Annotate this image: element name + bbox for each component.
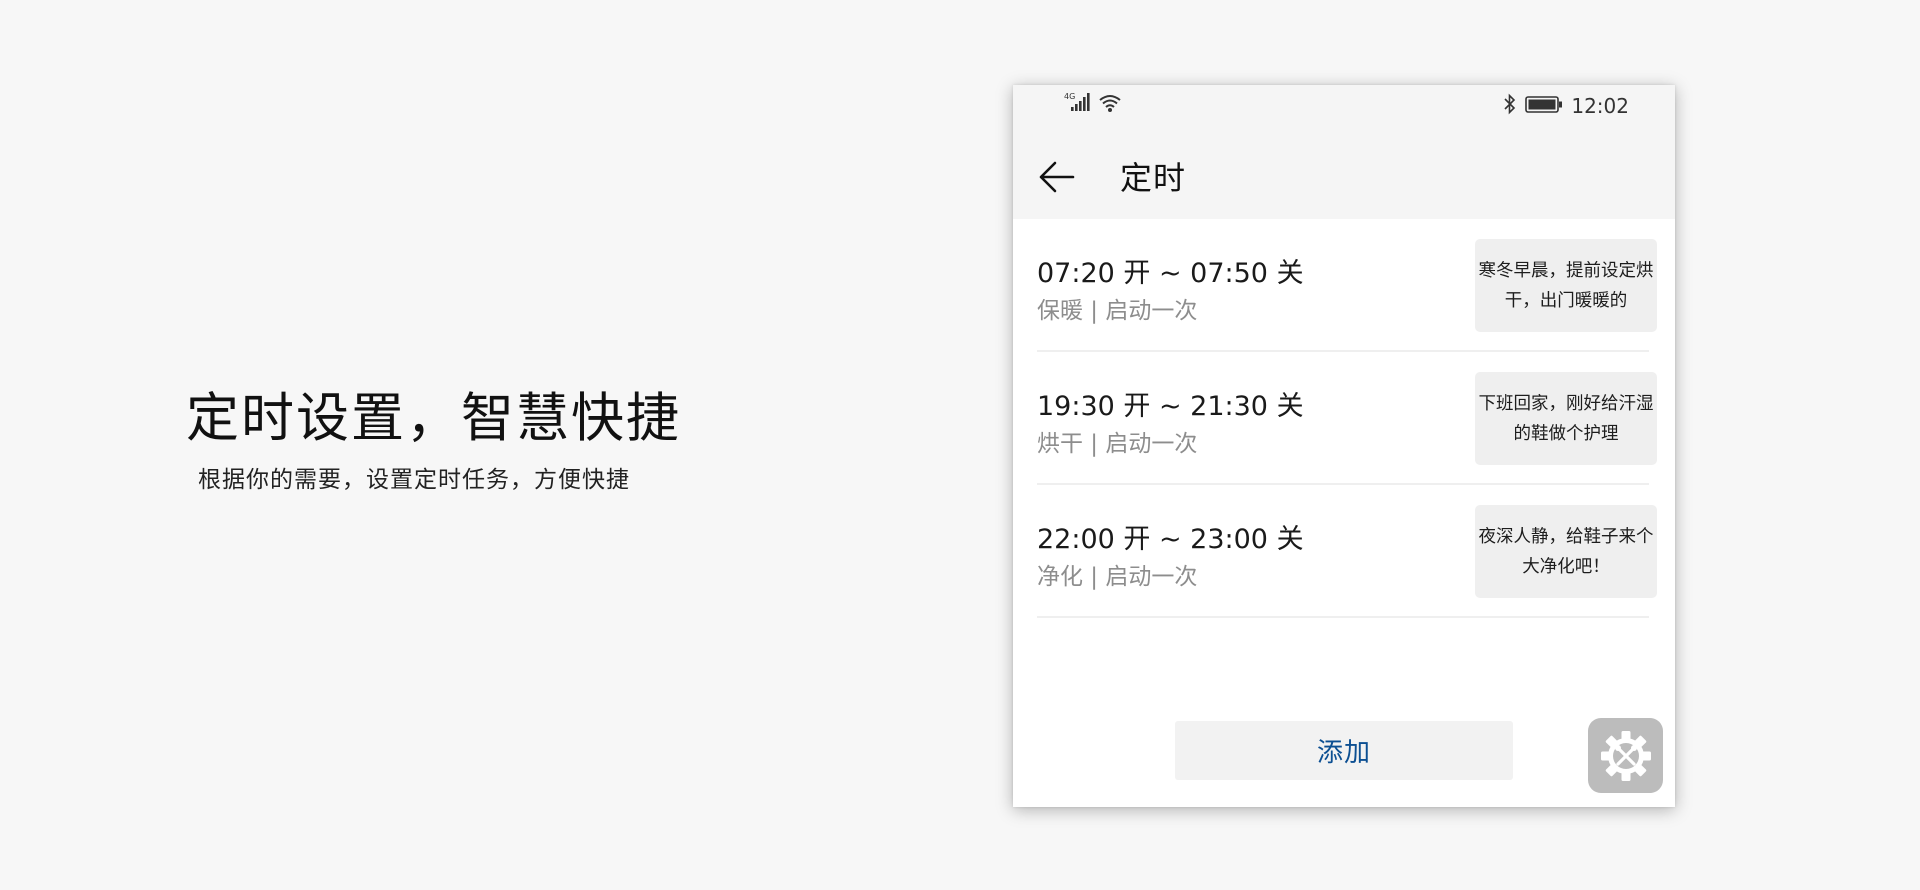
bluetooth-icon xyxy=(1503,93,1517,119)
battery-icon xyxy=(1525,94,1563,118)
schedule-note: 夜深人静，给鞋子来个大净化吧！ xyxy=(1475,505,1657,598)
schedule-item[interactable]: 22:00 开 ~ 23:00 关 净化 | 启动一次 夜深人静，给鞋子来个大净… xyxy=(1013,485,1675,618)
back-button[interactable] xyxy=(1037,157,1077,197)
page-title: 定时 xyxy=(1120,159,1187,197)
status-right: 12:02 xyxy=(1503,93,1629,119)
add-button[interactable]: 添加 xyxy=(1175,721,1513,780)
schedule-list: 07:20 开 ~ 07:50 关 保暖 | 启动一次 寒冬早晨，提前设定烘干，… xyxy=(1013,219,1675,618)
promo-title: 定时设置，智慧快捷 xyxy=(186,388,681,449)
schedule-item[interactable]: 19:30 开 ~ 21:30 关 烘干 | 启动一次 下班回家，刚好给汗湿的鞋… xyxy=(1013,352,1675,485)
schedule-note-text: 寒冬早晨，提前设定烘干，出门暖暖的 xyxy=(1478,260,1654,311)
network-label: 4G xyxy=(1064,92,1075,101)
schedule-item[interactable]: 07:20 开 ~ 07:50 关 保暖 | 启动一次 寒冬早晨，提前设定烘干，… xyxy=(1013,219,1675,352)
app-header: 定时 xyxy=(1013,129,1675,219)
schedule-mode: 净化 | 启动一次 xyxy=(1037,564,1198,590)
settings-fab-button[interactable] xyxy=(1588,718,1663,793)
schedule-time-range: 22:00 开 ~ 23:00 关 xyxy=(1037,524,1304,555)
promo-section: 定时设置，智慧快捷 根据你的需要，设置定时任务，方便快捷 xyxy=(186,386,706,494)
schedule-time-range: 19:30 开 ~ 21:30 关 xyxy=(1037,391,1304,422)
schedule-note-text: 下班回家，刚好给汗湿的鞋做个护理 xyxy=(1478,393,1654,444)
status-left: 4G xyxy=(1063,91,1122,117)
schedule-mode: 烘干 | 启动一次 xyxy=(1037,431,1198,457)
schedule-note: 寒冬早晨，提前设定烘干，出门暖暖的 xyxy=(1475,239,1657,332)
status-time: 12:02 xyxy=(1571,94,1629,118)
schedule-time-range: 07:20 开 ~ 07:50 关 xyxy=(1037,258,1304,289)
phone-screen: 4G 12:02 定时 07:20 开 ~ 07:50 关 保暖 | 启动一次 … xyxy=(1013,85,1675,807)
schedule-note: 下班回家，刚好给汗湿的鞋做个护理 xyxy=(1475,372,1657,465)
schedule-mode: 保暖 | 启动一次 xyxy=(1037,298,1198,324)
wifi-icon xyxy=(1098,93,1122,117)
signal-icon: 4G xyxy=(1063,91,1093,117)
promo-subtitle: 根据你的需要，设置定时任务，方便快捷 xyxy=(198,467,630,493)
status-bar: 4G 12:02 xyxy=(1013,85,1675,129)
schedule-note-text: 夜深人静，给鞋子来个大净化吧！ xyxy=(1478,526,1654,577)
arrow-left-icon xyxy=(1039,161,1075,193)
gear-tools-icon xyxy=(1600,730,1651,781)
